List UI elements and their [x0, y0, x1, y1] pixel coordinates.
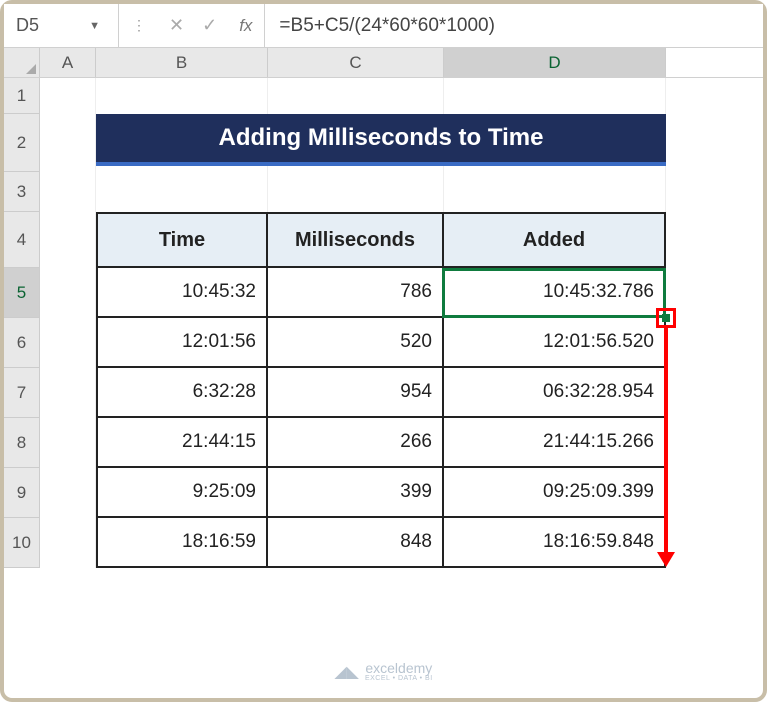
watermark: ◢◣ exceldemy EXCEL • DATA • BI	[334, 661, 432, 682]
cell[interactable]	[40, 468, 96, 518]
cell-time[interactable]: 9:25:09	[96, 468, 268, 518]
cell-time[interactable]: 21:44:15	[96, 418, 268, 468]
name-box-value: D5	[16, 15, 39, 36]
drag-arrow-icon	[664, 328, 668, 553]
cell-ms[interactable]: 786	[268, 268, 444, 318]
cell[interactable]	[268, 172, 444, 212]
formula-bar: D5 ▼ ⋮ ✕ ✓ fx =B5+C5/(24*60*60*1000)	[4, 4, 763, 48]
watermark-icon: ◢◣	[334, 662, 359, 682]
cell[interactable]	[40, 368, 96, 418]
column-headers: A B C D	[4, 48, 763, 78]
col-header-c[interactable]: C	[268, 48, 444, 77]
col-header-b[interactable]: B	[96, 48, 268, 77]
header-added[interactable]: Added	[444, 212, 666, 268]
cell[interactable]	[444, 172, 666, 212]
cell-added[interactable]: 18:16:59.848	[444, 518, 666, 568]
cell-time[interactable]: 10:45:32	[96, 268, 268, 318]
cell-ms[interactable]: 520	[268, 318, 444, 368]
chevron-down-icon[interactable]: ▼	[89, 20, 100, 32]
cell-ms[interactable]: 399	[268, 468, 444, 518]
header-milliseconds[interactable]: Milliseconds	[268, 212, 444, 268]
cell-added[interactable]: 10:45:32.786	[444, 268, 666, 318]
row-header[interactable]: 4	[4, 212, 40, 268]
cell[interactable]	[96, 78, 268, 114]
cell[interactable]	[40, 114, 96, 172]
table-row: 18:16:59 848 18:16:59.848	[96, 518, 666, 568]
cell[interactable]	[40, 418, 96, 468]
table-row: 21:44:15 266 21:44:15.266	[96, 418, 666, 468]
row-header[interactable]: 9	[4, 468, 40, 518]
table-header-row: Time Milliseconds Added	[96, 212, 666, 268]
table-row: 10:45:32 786 10:45:32.786	[96, 268, 666, 318]
row-header[interactable]: 2	[4, 114, 40, 172]
cancel-icon[interactable]: ✕	[169, 15, 184, 36]
fill-handle[interactable]	[656, 308, 676, 328]
data-table: Time Milliseconds Added 10:45:32 786 10:…	[96, 212, 666, 568]
cell[interactable]	[40, 518, 96, 568]
grid-rows: 1 2 3 4 5 6 7 8 9 10 Adding Milliseconds…	[4, 78, 763, 568]
accept-icon[interactable]: ✓	[202, 15, 217, 36]
watermark-brand: exceldemy	[365, 661, 432, 675]
table-row: 9:25:09 399 09:25:09.399	[96, 468, 666, 518]
cell-added[interactable]: 09:25:09.399	[444, 468, 666, 518]
row-header[interactable]: 10	[4, 518, 40, 568]
fx-label[interactable]: fx	[227, 4, 265, 47]
cell[interactable]	[40, 318, 96, 368]
row-header[interactable]: 3	[4, 172, 40, 212]
cell-time[interactable]: 12:01:56	[96, 318, 268, 368]
table-row: 6:32:28 954 06:32:28.954	[96, 368, 666, 418]
formula-bar-icons: ✕ ✓	[159, 4, 227, 47]
cell[interactable]	[444, 78, 666, 114]
col-header-d[interactable]: D	[444, 48, 666, 77]
row-header[interactable]: 1	[4, 78, 40, 114]
row-header[interactable]: 7	[4, 368, 40, 418]
cell[interactable]	[40, 268, 96, 318]
cell-added[interactable]: 21:44:15.266	[444, 418, 666, 468]
cell-time[interactable]: 6:32:28	[96, 368, 268, 418]
cell-ms[interactable]: 848	[268, 518, 444, 568]
divider-icon: ⋮	[119, 4, 159, 47]
formula-input[interactable]: =B5+C5/(24*60*60*1000)	[265, 4, 763, 47]
col-header-a[interactable]: A	[40, 48, 96, 77]
row-header[interactable]: 5	[4, 268, 40, 318]
spreadsheet-grid: A B C D 1 2 3 4 5 6 7 8 9 10 Adding Mill…	[4, 48, 763, 568]
cell-added[interactable]: 06:32:28.954	[444, 368, 666, 418]
cell[interactable]	[40, 172, 96, 212]
name-box[interactable]: D5 ▼	[4, 4, 119, 47]
header-time[interactable]: Time	[96, 212, 268, 268]
cell[interactable]	[96, 172, 268, 212]
cell-ms[interactable]: 954	[268, 368, 444, 418]
row-header[interactable]: 8	[4, 418, 40, 468]
table-row: 12:01:56 520 12:01:56.520	[96, 318, 666, 368]
page-title: Adding Milliseconds to Time	[96, 114, 666, 166]
cell[interactable]	[268, 78, 444, 114]
cell-time[interactable]: 18:16:59	[96, 518, 268, 568]
cell-ms[interactable]: 266	[268, 418, 444, 468]
cell[interactable]	[40, 78, 96, 114]
cell[interactable]	[40, 212, 96, 268]
cell-added[interactable]: 12:01:56.520	[444, 318, 666, 368]
select-all-corner[interactable]	[4, 48, 40, 77]
row-header[interactable]: 6	[4, 318, 40, 368]
watermark-tag: EXCEL • DATA • BI	[365, 675, 433, 682]
